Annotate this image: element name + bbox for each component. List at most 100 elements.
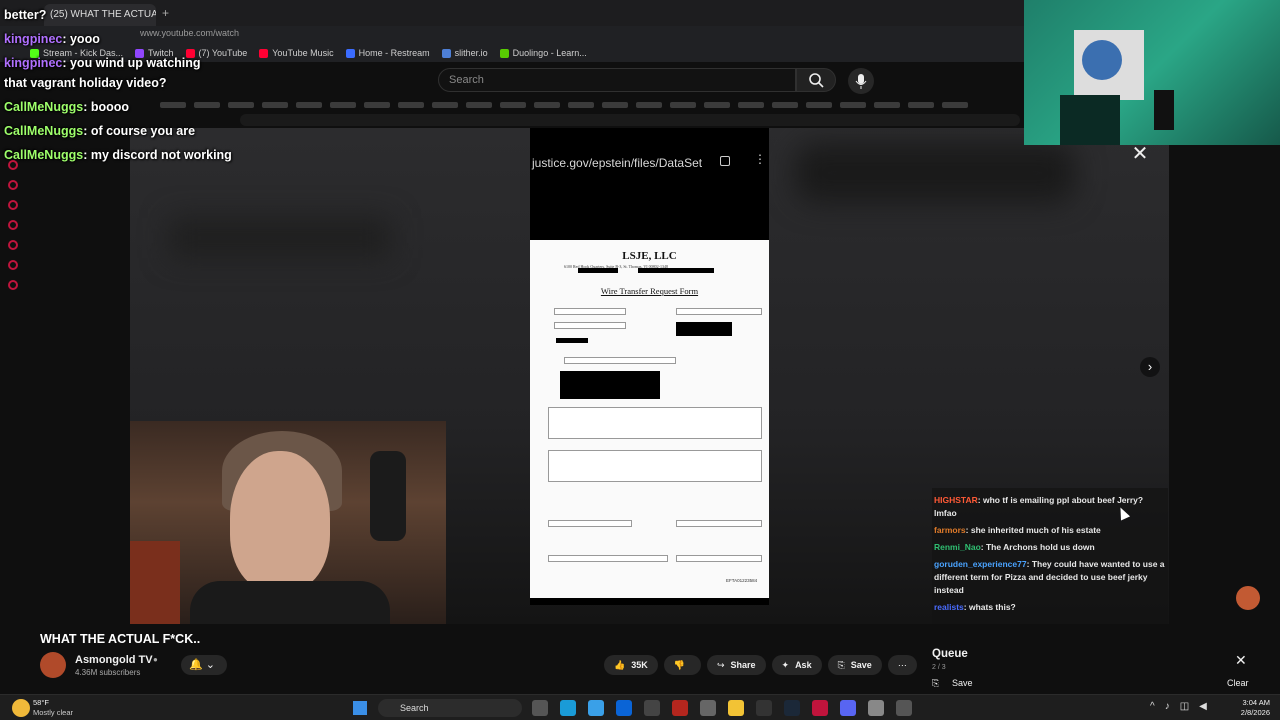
- sidebar: [8, 160, 24, 300]
- chevron-up-icon[interactable]: ^: [1150, 701, 1155, 712]
- weather-temperature: 58°F: [33, 698, 49, 707]
- sidebar-icon[interactable]: [8, 240, 18, 250]
- nested-address-bar: [240, 114, 1020, 126]
- voice-search-button[interactable]: [848, 68, 874, 94]
- next-arrow-icon[interactable]: ›: [1140, 357, 1160, 377]
- bookmark-item[interactable]: Duolingo - Learn...: [499, 48, 587, 58]
- save-label: Save: [850, 660, 872, 670]
- like-button[interactable]: 👍 35K: [604, 655, 658, 675]
- new-tab-icon[interactable]: +: [162, 6, 169, 20]
- channel-name[interactable]: Asmongold TV: [75, 654, 153, 666]
- sidebar-icon[interactable]: [8, 260, 18, 270]
- volume-icon[interactable]: ◀: [1199, 701, 1207, 712]
- windows-start-icon[interactable]: [353, 701, 367, 715]
- bookmark-item[interactable]: slither.io: [441, 48, 488, 58]
- ask-label: Ask: [795, 660, 812, 670]
- search-button[interactable]: [796, 68, 836, 92]
- share-button[interactable]: ↪ Share: [706, 655, 766, 675]
- video-chat-message: HIGHSTAR: who tf is emailing ppl about b…: [934, 494, 1166, 520]
- mail-icon[interactable]: [616, 700, 632, 716]
- overlay-chat-message: CallMeNuggs: boooo: [4, 100, 129, 114]
- system-tray: ^ ♪ ◫ ◀: [1150, 701, 1207, 712]
- obs-icon[interactable]: [812, 700, 828, 716]
- chrome-icon[interactable]: [868, 700, 884, 716]
- overlay-chat-message: better?: [4, 8, 46, 22]
- overlay-chat-message: CallMeNuggs: my discord not working: [4, 148, 232, 162]
- face: [230, 451, 330, 591]
- bookmark-item[interactable]: Home - Restream: [345, 48, 430, 58]
- app-icon[interactable]: [672, 700, 688, 716]
- tab-title: (25) WHAT THE ACTUA: [50, 9, 156, 20]
- thumbs-up-icon: 👍: [614, 660, 626, 670]
- sidebar-icon[interactable]: [8, 280, 18, 290]
- file-icon[interactable]: [532, 700, 548, 716]
- channel-avatar[interactable]: [40, 652, 66, 678]
- video-chat-message: goruden_experience77: They could have wa…: [934, 558, 1166, 597]
- sidebar-icon[interactable]: [8, 160, 18, 170]
- app-icon[interactable]: [896, 700, 912, 716]
- weather-icon[interactable]: [12, 699, 30, 717]
- screen: (25) WHAT THE ACTUA + www.youtube.com/wa…: [0, 0, 1280, 720]
- steam-icon[interactable]: [784, 700, 800, 716]
- microphone-icon[interactable]: ♪: [1165, 701, 1170, 712]
- clock-date: 2/8/2026: [1240, 708, 1270, 717]
- x-icon[interactable]: [756, 700, 772, 716]
- redaction: [578, 268, 618, 273]
- video-chat-overlay: HIGHSTAR: who tf is emailing ppl about b…: [932, 488, 1168, 624]
- app-icon[interactable]: [700, 700, 716, 716]
- save-button[interactable]: ⎘ Save: [827, 655, 882, 675]
- lamp: [1154, 90, 1174, 130]
- ask-button[interactable]: ✦ Ask: [771, 655, 822, 675]
- bookmark-favicon-icon: [499, 48, 509, 58]
- url-text: www.youtube.com/watch: [140, 28, 240, 38]
- bookmark-favicon-icon: [345, 48, 355, 58]
- form-field: [554, 308, 626, 315]
- close-icon[interactable]: ✕: [1128, 142, 1152, 166]
- sidebar-icon[interactable]: [8, 220, 18, 230]
- bookmark-icon: ⎘: [932, 678, 940, 688]
- avatar[interactable]: [1236, 586, 1260, 610]
- like-count: 35K: [631, 660, 648, 670]
- form-field: [564, 357, 676, 364]
- close-icon[interactable]: ✕: [1235, 652, 1247, 669]
- edge-icon[interactable]: [560, 700, 576, 716]
- form-field: [548, 407, 762, 439]
- browser-tab[interactable]: (25) WHAT THE ACTUA: [44, 4, 156, 26]
- chat-text: : yooo: [62, 32, 100, 46]
- queue-count: 2 / 3: [932, 664, 946, 671]
- queue-title: Queue: [932, 648, 968, 660]
- chat-username: CallMeNuggs: [4, 124, 84, 138]
- network-icon[interactable]: ◫: [1180, 701, 1189, 712]
- more-actions-button[interactable]: ⋯: [887, 655, 917, 675]
- overlay-chat-message: that vagrant holiday video?: [4, 76, 167, 90]
- taskbar-apps: [532, 700, 912, 716]
- sidebar-icon[interactable]: [8, 180, 18, 190]
- dislike-button[interactable]: 👎: [663, 655, 701, 675]
- chat-username: goruden_experience77: [934, 559, 1027, 569]
- bookmark-item[interactable]: YouTube Music: [259, 48, 334, 58]
- video-title: WHAT THE ACTUAL F*CK..: [40, 632, 201, 646]
- folder-icon[interactable]: [728, 700, 744, 716]
- store-icon[interactable]: [644, 700, 660, 716]
- blurred-background: [795, 143, 1075, 203]
- chat-text: whats this?: [968, 602, 1016, 612]
- search-icon: [809, 73, 824, 88]
- chat-text: : you wind up watching: [62, 56, 201, 70]
- queue-clear-button[interactable]: Clear: [1227, 678, 1249, 688]
- notification-bell-button[interactable]: 🔔 ⌄: [181, 655, 227, 675]
- taskbar-search[interactable]: Search: [378, 699, 522, 717]
- background-shelf: [130, 541, 180, 624]
- more-icon: ⋮: [754, 152, 766, 166]
- search-input[interactable]: Search: [438, 68, 796, 92]
- discord-icon[interactable]: [840, 700, 856, 716]
- chat-text: The Archons hold us down: [985, 542, 1095, 552]
- form-field: [676, 555, 762, 562]
- video-chat-message: Renmi_Nao: The Archons hold us down: [934, 541, 1166, 554]
- sidebar-icon[interactable]: [8, 200, 18, 210]
- microphone-icon: [855, 74, 867, 89]
- chat-username: kingpinec: [4, 32, 63, 46]
- queue-save-button[interactable]: Save: [952, 678, 973, 688]
- chat-username: kingpinec: [4, 56, 63, 70]
- overlay-chat-message: kingpinec: yooo: [4, 32, 100, 46]
- app-icon[interactable]: [588, 700, 604, 716]
